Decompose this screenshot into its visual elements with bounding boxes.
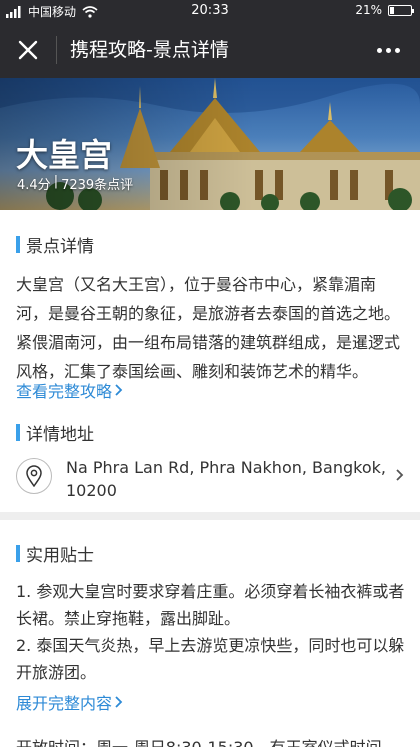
address-heading: 详情地址	[16, 420, 94, 445]
address-row[interactable]: Na Phra Lan Rd, Phra Nakhon, Bangkok, 10…	[0, 452, 420, 508]
opening-hours: 开放时间：周一-周日8:30-15:30，有王室仪式时间	[16, 734, 420, 747]
section-divider	[0, 512, 420, 520]
heading-accent-bar	[16, 235, 20, 253]
more-dot-icon	[394, 47, 400, 53]
tips-text: 1. 参观大皇宫时要求穿着庄重。必须穿着长袖衣裤或者长裙。禁止穿拖鞋，露出脚趾。…	[16, 578, 408, 686]
address-text: Na Phra Lan Rd, Phra Nakhon, Bangkok, 10…	[66, 458, 386, 500]
more-dot-icon	[376, 47, 382, 53]
close-button[interactable]	[8, 30, 48, 70]
battery-percent: 21%	[355, 3, 382, 17]
view-full-guide-label: 查看完整攻略	[16, 382, 113, 401]
review-count: 7239条点评	[61, 178, 134, 193]
nav-title: 携程攻略-景点详情	[70, 39, 229, 61]
rating-separator: |	[53, 174, 59, 189]
nav-divider	[56, 36, 57, 64]
chevron-right-icon	[115, 384, 123, 396]
expand-content-label: 展开完整内容	[16, 694, 113, 713]
attraction-title: 大皇宫	[16, 136, 113, 174]
hero-banner[interactable]: 大皇宫 4.4分 | 7239条点评	[0, 78, 420, 210]
tip-item: 2. 泰国天气炎热，早上去游览更凉快些，同时也可以躲开旅游团。	[16, 636, 405, 682]
more-dot-icon	[385, 47, 391, 53]
status-bar: 中国移动 20:33 21%	[0, 0, 420, 22]
location-pin-icon	[16, 458, 52, 494]
tip-item: 1. 参观大皇宫时要求穿着庄重。必须穿着长袖衣裤或者长裙。禁止穿拖鞋，露出脚趾。	[16, 582, 405, 628]
rating-score: 4.4分	[17, 178, 51, 193]
expand-content-link[interactable]: 展开完整内容	[16, 690, 123, 714]
nav-bar: 携程攻略-景点详情	[0, 22, 420, 78]
tips-heading: 实用贴士	[16, 541, 94, 566]
battery-fill	[390, 6, 394, 14]
battery-icon	[388, 4, 414, 16]
detail-heading: 景点详情	[16, 232, 94, 257]
status-right: 21%	[355, 3, 414, 17]
detail-heading-label: 景点详情	[26, 236, 94, 257]
close-icon	[18, 40, 38, 60]
chevron-right-icon	[396, 469, 404, 481]
view-full-guide-link[interactable]: 查看完整攻略	[16, 378, 123, 402]
heading-accent-bar	[16, 544, 20, 562]
tips-heading-label: 实用贴士	[26, 545, 94, 566]
chevron-right-icon	[115, 696, 123, 708]
heading-accent-bar	[16, 423, 20, 441]
rating-line: 4.4分 | 7239条点评	[17, 174, 133, 193]
address-heading-label: 详情地址	[26, 424, 94, 445]
more-button[interactable]	[370, 36, 406, 64]
detail-text: 大皇宫（又名大王宫），位于曼谷市中心，紧靠湄南河，是曼谷王朝的象征，是旅游者去泰…	[16, 275, 401, 381]
